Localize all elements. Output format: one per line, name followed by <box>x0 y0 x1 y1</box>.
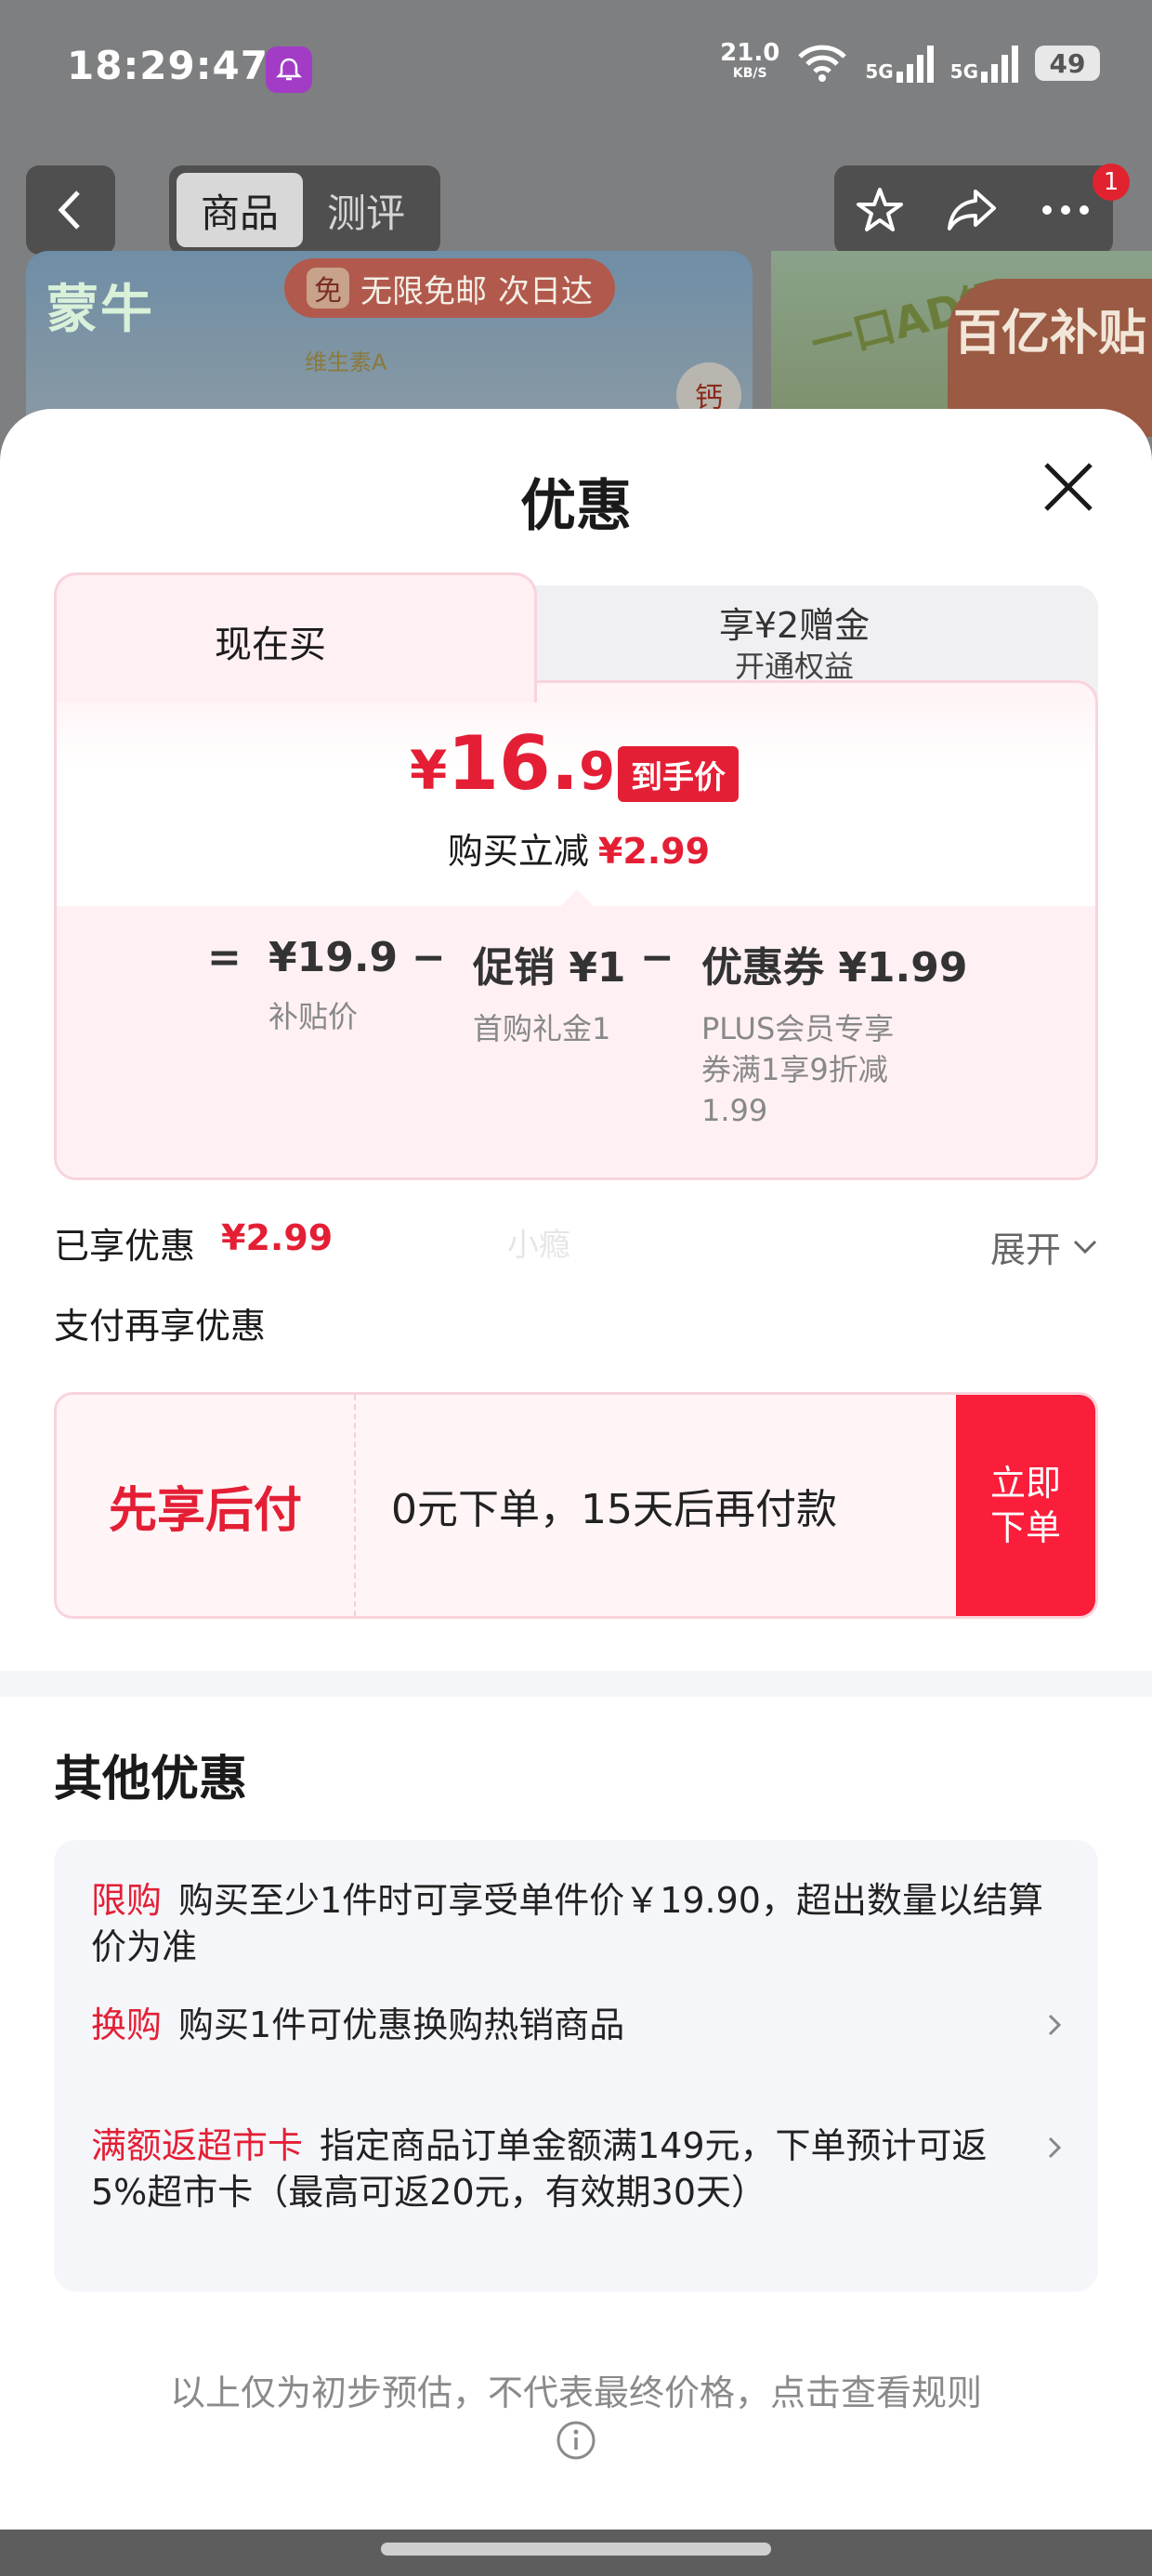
buy-now-pay-later-card[interactable]: 先享后付 0元下单，15天后再付款 立即下单 <box>54 1392 1098 1619</box>
sheet-title: 优惠 <box>520 474 632 539</box>
vitamin-label: 维生素A <box>305 349 387 375</box>
offer-supermarket-card[interactable]: 满额返超市卡 指定商品订单金额满149元，下单预计可返5%超市卡（最高可返20元，… <box>91 2123 1001 2215</box>
free-shipping-pill: 免 无限免邮 次日达 <box>284 258 615 318</box>
status-bar: 18:29:47 21.0 KB/S 5G 5G 49 <box>0 0 1152 139</box>
offer-trade-in[interactable]: 换购 购买1件可优惠换购热销商品 <box>91 2002 983 2048</box>
back-button[interactable] <box>26 165 115 255</box>
instant-discount: 购买立减 ¥2.99 <box>447 831 711 872</box>
home-indicator[interactable] <box>381 2543 771 2556</box>
chevron-right-icon[interactable] <box>1042 2013 1067 2037</box>
back-arrow-icon <box>58 191 80 230</box>
expand-toggle[interactable]: 展开 <box>990 1221 1098 1272</box>
final-price-badge: 到手价 <box>618 746 739 802</box>
subsidy-price-col: ¥19.9 补贴价 <box>268 934 399 1034</box>
info-icon[interactable] <box>556 2420 596 2461</box>
more-icon[interactable] <box>1038 201 1093 219</box>
tab-buy-now[interactable]: 现在买 <box>54 572 537 703</box>
share-icon[interactable] <box>944 184 1000 236</box>
close-icon[interactable] <box>1039 457 1098 517</box>
brand-logo: 蒙牛 <box>46 280 154 340</box>
other-offers-list: 限购 购买至少1件时可享受单件价￥19.90，超出数量以结算价为准 换购 购买1件可… <box>54 1840 1098 2292</box>
network-speed: 21.0 KB/S <box>720 39 780 81</box>
enjoyed-amount: ¥2.99 <box>221 1217 334 1258</box>
status-time: 18:29:47 <box>67 43 268 88</box>
discount-sheet: 优惠 享¥2赠金 开通权益 ¥ 16. 91 到手价 购买立减¥2.99 = <box>0 409 1152 2530</box>
price-detail: ¥ 16. 91 到手价 购买立减¥2.99 = ¥19.9 补贴价 − 促销 <box>54 680 1098 1180</box>
equals-sign: = <box>207 934 242 981</box>
watermark: 小瘾 <box>507 1227 570 1264</box>
minus-sign: − <box>412 934 446 981</box>
other-offers-title: 其他优惠 <box>54 1752 248 1807</box>
order-now-button[interactable]: 立即下单 <box>956 1395 1095 1616</box>
pay-discount-label: 支付再享优惠 <box>54 1306 267 1347</box>
minus-sign-2: − <box>640 934 674 981</box>
chevron-right-icon[interactable] <box>1042 2136 1067 2160</box>
offer-purchase-limit: 限购 购买至少1件时可享受单件价￥19.90，超出数量以结算价为准 <box>91 1880 1043 1967</box>
battery-icon: 49 <box>1035 46 1100 81</box>
enjoyed-discount-row: 已享优惠 ¥2.99 小瘾 展开 <box>54 1217 1098 1273</box>
notification-bell-icon <box>266 46 312 93</box>
nav-actions <box>834 165 1113 255</box>
price-disclaimer[interactable]: 以上仅为初步预估，不代表最终价格，点击查看规则 <box>0 2364 1152 2415</box>
bnpl-brand: 先享后付 <box>57 1395 356 1616</box>
price-breakdown: = ¥19.9 补贴价 − 促销 ¥1 首购礼金1 − 优惠券 ¥1.99 PL… <box>57 906 1095 1177</box>
price-card: 享¥2赠金 开通权益 ¥ 16. 91 到手价 购买立减 ¥2.99 = ¥19.… <box>54 572 1098 1180</box>
wifi-icon <box>798 45 847 82</box>
star-icon[interactable] <box>854 184 906 236</box>
coupon-col: 优惠券 ¥1.99 PLUS会员专享券满1享9折减1.99 <box>701 944 968 1128</box>
bnpl-text: 0元下单，15天后再付款 <box>391 1486 837 1533</box>
product-tabs: 商品 测评 <box>169 165 440 255</box>
tab-product[interactable]: 商品 <box>177 173 303 247</box>
signal-5g-2-icon: 5G <box>950 44 1018 83</box>
final-price: ¥ 16. 91 <box>410 720 652 807</box>
notification-badge: 1 <box>1093 164 1130 201</box>
promo-col: 促销 ¥1 首购礼金1 <box>473 944 626 1046</box>
chevron-down-icon <box>1073 1240 1097 1254</box>
tab-review[interactable]: 测评 <box>303 173 429 247</box>
signal-5g-1-icon: 5G <box>865 44 934 83</box>
status-indicators: 21.0 KB/S 5G 5G 49 <box>720 39 1100 84</box>
section-divider <box>0 1671 1152 1697</box>
